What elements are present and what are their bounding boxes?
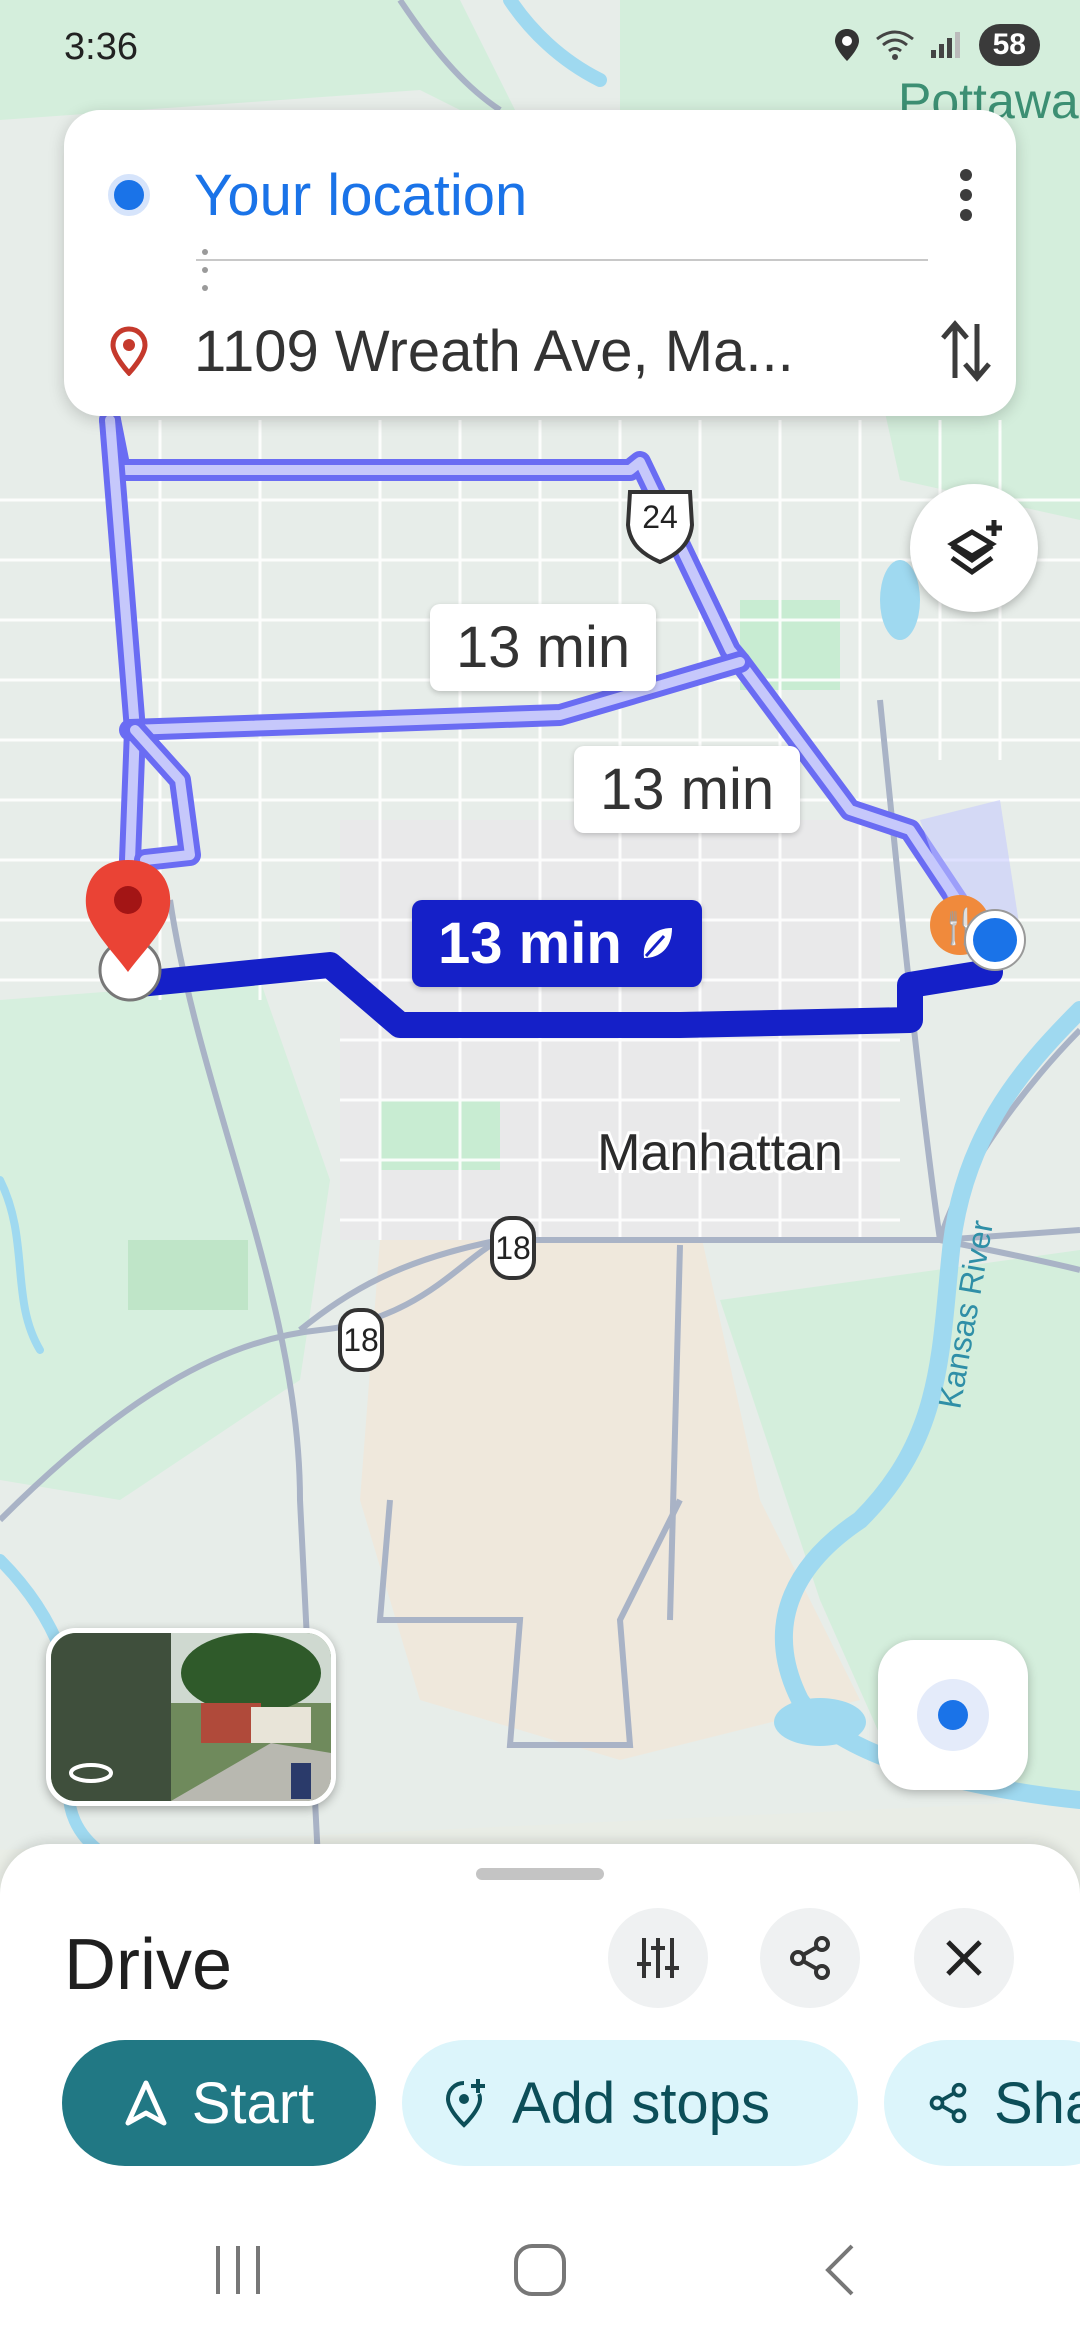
wifi-icon: [875, 30, 914, 60]
location-pin-icon: [834, 29, 859, 61]
back-icon[interactable]: [820, 2240, 860, 2300]
action-chips: Start Add stops Sha: [62, 2040, 1080, 2166]
highway-18-label: 18: [495, 1230, 531, 1266]
city-label: Manhattan: [597, 1124, 843, 1182]
route-options-button[interactable]: [608, 1908, 708, 2008]
home-icon[interactable]: [510, 2240, 570, 2300]
add-stops-button[interactable]: Add stops: [402, 2040, 858, 2166]
place-pin-icon: [110, 326, 148, 376]
share-icon: [929, 2082, 967, 2124]
share-icon: [790, 1936, 830, 1980]
status-time: 3:36: [64, 26, 138, 68]
sheet-drag-handle[interactable]: [476, 1868, 604, 1880]
battery-indicator: 58: [978, 24, 1040, 66]
destination-row[interactable]: 1109 Wreath Ave, Ma...: [64, 286, 1016, 416]
start-button[interactable]: Start: [62, 2040, 376, 2166]
close-icon: [946, 1940, 982, 1976]
divider: [196, 259, 928, 261]
navigation-arrow-icon: [125, 2080, 167, 2126]
leaf-icon: [643, 927, 672, 958]
origin-row[interactable]: Your location: [64, 130, 1016, 260]
recent-apps-icon[interactable]: [210, 2240, 266, 2300]
share-chip-button[interactable]: Sha: [884, 2040, 1080, 2166]
route-time-alt-1[interactable]: 13 min: [430, 604, 657, 691]
my-location-icon: [917, 1679, 989, 1751]
directions-card: Your location 1109 Wreath Ave, Ma...: [64, 110, 1016, 416]
highway-24-label: 24: [642, 499, 678, 535]
more-vert-icon[interactable]: [956, 167, 976, 223]
layers-button[interactable]: [910, 484, 1038, 612]
recenter-button[interactable]: [878, 1640, 1028, 1790]
signal-icon: [930, 32, 960, 58]
origin-dot-icon: [108, 174, 150, 216]
system-nav-bar: [0, 2210, 1080, 2340]
street-view-thumbnail[interactable]: [46, 1628, 336, 1806]
share-button[interactable]: [760, 1908, 860, 2008]
route-time-alt-2[interactable]: 13 min: [574, 746, 801, 833]
street-view-image: [51, 1633, 331, 1801]
status-bar: 3:36 58: [0, 0, 1080, 100]
layers-icon: [947, 520, 1002, 576]
tune-icon: [637, 1938, 679, 1978]
close-button[interactable]: [914, 1908, 1014, 2008]
destination-field[interactable]: 1109 Wreath Ave, Ma...: [194, 318, 916, 385]
route-time-selected[interactable]: 13 min: [412, 900, 702, 987]
sheet-title: Drive: [64, 1925, 233, 2005]
add-location-icon: [445, 2079, 485, 2128]
swap-icon[interactable]: [939, 318, 993, 384]
origin-field[interactable]: Your location: [194, 162, 916, 229]
highway-18-label-2: 18: [343, 1322, 379, 1358]
